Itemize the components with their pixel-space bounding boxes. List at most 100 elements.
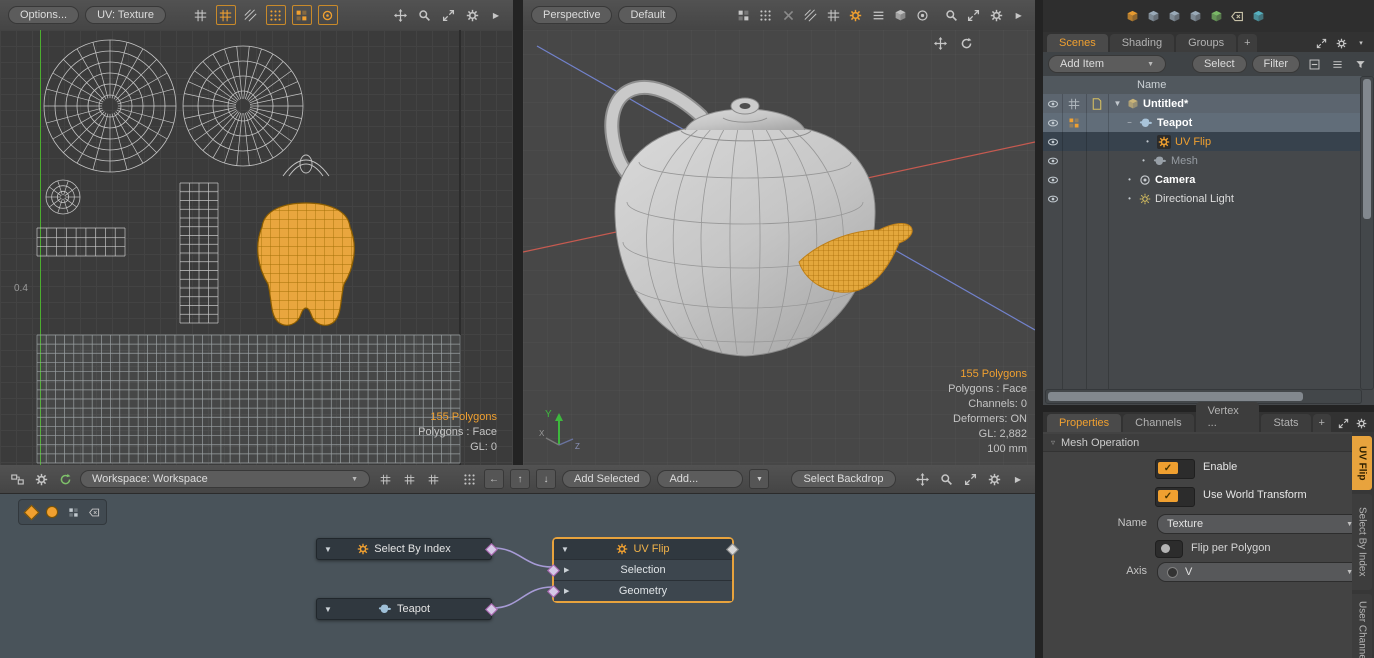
use-world-transform-checkbox[interactable]: ✓ (1155, 487, 1195, 507)
ruler-icon[interactable] (870, 6, 886, 24)
filter-button[interactable]: Filter (1252, 55, 1300, 73)
view-type-dropdown[interactable]: Perspective (531, 6, 612, 24)
uv-arch-shape (283, 160, 329, 176)
zoom-magnifier-icon[interactable] (415, 6, 433, 24)
panel-gear-icon[interactable] (1332, 34, 1350, 52)
tab-groups[interactable]: Groups (1176, 34, 1236, 52)
hatch-icon[interactable] (802, 6, 818, 24)
item-row-uv-flip[interactable]: • UV Flip (1043, 132, 1362, 151)
orange-checker-icon[interactable] (292, 5, 312, 25)
visibility-eye-icon[interactable] (1043, 136, 1062, 148)
list-view-icon[interactable] (1328, 55, 1346, 73)
vertical-scrollbar[interactable] (1360, 76, 1374, 390)
side-tab-user-channels[interactable]: User Channels (1352, 594, 1372, 658)
maximize-icon[interactable] (1335, 414, 1352, 432)
add-item-dropdown[interactable]: Add Item ▼ (1048, 55, 1166, 73)
uv-canvas[interactable]: 0.4 155 Polygons Polygons : Face GL: 0 (0, 30, 513, 465)
flip-per-polygon-toggle[interactable] (1155, 540, 1183, 558)
grid-icon[interactable] (192, 6, 210, 24)
bag-icon[interactable] (892, 6, 908, 24)
orange-target-icon[interactable] (318, 5, 338, 25)
cube-plus-icon[interactable] (1207, 7, 1225, 25)
item-row-teapot[interactable]: − Teapot (1043, 113, 1362, 132)
visibility-eye-icon[interactable] (1043, 155, 1062, 167)
item-list[interactable]: ▼ Untitled* − Teapot (1043, 94, 1362, 390)
node-port-selection[interactable]: ▶ Selection (554, 559, 732, 580)
select-button[interactable]: Select (1192, 55, 1247, 73)
viewport-menu-icon[interactable]: ▶ (487, 6, 505, 24)
side-tab-select-by-index[interactable]: Select By Index (1352, 494, 1372, 590)
tab-stats[interactable]: Stats (1261, 414, 1310, 432)
filter-funnel-icon[interactable] (1351, 55, 1369, 73)
maximize-icon[interactable] (439, 6, 457, 24)
expand-icon[interactable]: ▼ (1112, 99, 1123, 108)
cubes-stack-icon[interactable] (1165, 7, 1183, 25)
tab-add-button[interactable]: + (1238, 34, 1256, 52)
tab-properties[interactable]: Properties (1047, 414, 1121, 432)
tab-scenes[interactable]: Scenes (1047, 34, 1108, 52)
collapse-all-icon[interactable] (1305, 55, 1323, 73)
visibility-eye-icon[interactable] (1043, 174, 1062, 186)
wire-geometry (493, 587, 552, 608)
item-row-mesh[interactable]: • Mesh (1043, 151, 1362, 170)
visibility-eye-icon[interactable] (1043, 117, 1062, 129)
checker-icon[interactable] (735, 6, 751, 24)
viewport-3d-canvas[interactable]: Y X Z 155 Polygons Polygons : Face Chann… (523, 30, 1035, 465)
section-header[interactable]: ▿ Mesh Operation (1043, 434, 1352, 452)
port-expand-icon[interactable]: ▶ (564, 587, 569, 595)
teal-cube-icon[interactable] (1249, 7, 1267, 25)
name-dropdown[interactable]: Texture ▼ (1157, 514, 1363, 534)
shading-style-dropdown[interactable]: Default (618, 6, 677, 24)
tab-add-button[interactable]: + (1313, 414, 1331, 432)
tab-channels[interactable]: Channels (1123, 414, 1193, 432)
zoom-magnifier-icon[interactable] (943, 6, 959, 24)
viewport-settings-gear-icon[interactable] (463, 6, 481, 24)
maximize-icon[interactable] (966, 6, 982, 24)
panel-gear-icon[interactable] (1353, 414, 1370, 432)
close-x-icon[interactable] (780, 6, 796, 24)
item-row-directional-light[interactable]: • Directional Light (1043, 189, 1362, 208)
cube-group-icon[interactable] (1186, 7, 1204, 25)
node-select-by-index[interactable]: ▼ Select By Index (316, 538, 492, 560)
collapse-icon[interactable]: ▼ (324, 545, 332, 554)
visibility-eye-icon[interactable] (1043, 193, 1062, 205)
item-row-camera[interactable]: • Camera (1043, 170, 1362, 189)
collapse-icon[interactable]: ▼ (324, 605, 332, 614)
tab-vertex[interactable]: Vertex ... (1196, 402, 1260, 432)
options-button[interactable]: Options... (8, 6, 79, 24)
directional-light-icon (1139, 193, 1151, 205)
hatch-icon[interactable] (242, 6, 260, 24)
viewport-settings-gear-icon[interactable] (988, 6, 1004, 24)
item-row-untitled[interactable]: ▼ Untitled* (1043, 94, 1362, 113)
node-teapot[interactable]: ▼ Teapot (316, 598, 492, 620)
node-port-geometry[interactable]: ▶ Geometry (554, 580, 732, 601)
side-tab-uv-flip[interactable]: UV Flip (1352, 436, 1372, 490)
orange-grid-icon[interactable] (216, 5, 236, 25)
mini-grid-icon[interactable] (825, 6, 841, 24)
section-collapse-icon[interactable]: ▿ (1051, 438, 1055, 447)
axis-dropdown[interactable]: V ▼ (1157, 562, 1363, 582)
cubes-pair-icon[interactable] (1144, 7, 1162, 25)
visibility-eye-icon[interactable] (1043, 98, 1062, 110)
maximize-icon[interactable] (1312, 34, 1330, 52)
panel-menu-icon[interactable]: ▾ (1352, 34, 1370, 52)
collapse-icon[interactable]: − (1124, 118, 1135, 127)
orange-dots-icon[interactable] (266, 5, 286, 25)
node-uv-flip[interactable]: ▼ UV Flip ▶ Selection ▶ Geometry (552, 537, 734, 603)
dot-grid-icon[interactable] (758, 6, 774, 24)
tab-shading[interactable]: Shading (1110, 34, 1174, 52)
name-column-header[interactable]: Name (1043, 79, 1166, 91)
scrollbar-thumb[interactable] (1048, 392, 1303, 401)
node-header[interactable]: ▼ UV Flip (554, 539, 732, 559)
cube-eraser-icon[interactable] (1228, 7, 1246, 25)
pan-move-icon[interactable] (391, 6, 409, 24)
scrollbar-thumb[interactable] (1363, 79, 1371, 219)
viewport-menu-icon[interactable]: ▶ (1011, 6, 1027, 24)
cube-orange-swirl-icon[interactable] (1123, 7, 1141, 25)
wrench-icon[interactable] (847, 6, 863, 24)
uv-mode-dropdown[interactable]: UV: Texture (85, 6, 166, 24)
collapse-icon[interactable]: ▼ (561, 545, 569, 554)
camera-lock-icon[interactable] (915, 6, 931, 24)
port-expand-icon[interactable]: ▶ (564, 566, 569, 574)
enable-checkbox[interactable]: ✓ (1155, 459, 1195, 479)
